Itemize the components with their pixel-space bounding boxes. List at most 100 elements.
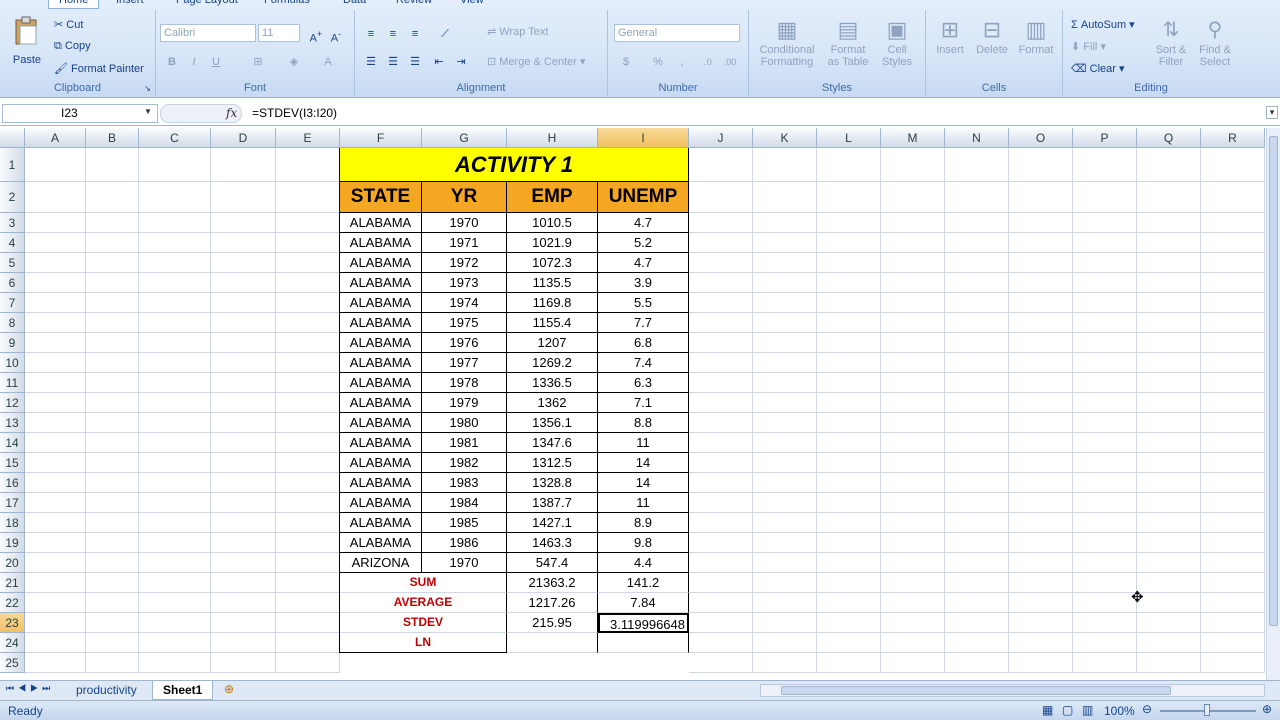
empty-cell[interactable] <box>276 182 340 213</box>
empty-cell[interactable] <box>1073 433 1137 453</box>
empty-cell[interactable] <box>817 433 881 453</box>
empty-cell[interactable] <box>753 633 817 653</box>
grow-font-icon[interactable]: A+ <box>306 24 326 45</box>
empty-cell[interactable] <box>1073 353 1137 373</box>
empty-cell[interactable] <box>817 553 881 573</box>
format-cells-button[interactable]: ▥ Format <box>1014 16 1058 56</box>
align-right-icon[interactable]: ☰ <box>405 52 425 70</box>
empty-cell[interactable] <box>1137 473 1201 493</box>
empty-cell[interactable] <box>211 453 276 473</box>
empty-cell[interactable] <box>817 573 881 593</box>
table-data-cell[interactable]: 1970 <box>422 213 507 233</box>
empty-cell[interactable] <box>25 273 86 293</box>
empty-cell[interactable] <box>1201 233 1265 253</box>
row-header-17[interactable]: 17 <box>0 493 25 513</box>
empty-cell[interactable] <box>25 573 86 593</box>
empty-cell[interactable] <box>276 653 340 673</box>
empty-cell[interactable] <box>881 273 945 293</box>
insert-function-icon[interactable]: fx <box>226 106 237 120</box>
empty-cell[interactable] <box>1137 233 1201 253</box>
table-data-cell[interactable]: 1977 <box>422 353 507 373</box>
empty-cell[interactable] <box>86 413 139 433</box>
table-header-cell[interactable]: EMP <box>507 182 598 213</box>
table-data-cell[interactable]: 4.7 <box>598 213 689 233</box>
empty-cell[interactable] <box>139 453 211 473</box>
empty-cell[interactable] <box>25 493 86 513</box>
empty-cell[interactable] <box>1009 353 1073 373</box>
empty-cell[interactable] <box>753 433 817 453</box>
empty-cell[interactable] <box>881 393 945 413</box>
empty-cell[interactable] <box>139 653 211 673</box>
empty-cell[interactable] <box>25 182 86 213</box>
tab-data[interactable]: Data <box>343 0 366 8</box>
shrink-font-icon[interactable]: A- <box>326 24 346 45</box>
empty-cell[interactable] <box>25 293 86 313</box>
empty-cell[interactable] <box>1009 473 1073 493</box>
table-data-cell[interactable]: ALABAMA <box>340 513 422 533</box>
table-data-cell[interactable]: 4.4 <box>598 553 689 573</box>
empty-cell[interactable] <box>276 533 340 553</box>
empty-cell[interactable] <box>1201 313 1265 333</box>
empty-cell[interactable] <box>881 593 945 613</box>
empty-cell[interactable] <box>881 533 945 553</box>
empty-cell[interactable] <box>817 473 881 493</box>
empty-cell[interactable] <box>1073 148 1137 182</box>
empty-cell[interactable] <box>25 233 86 253</box>
table-data-cell[interactable]: 4.7 <box>598 253 689 273</box>
empty-cell[interactable] <box>1009 613 1073 633</box>
empty-cell[interactable] <box>211 413 276 433</box>
empty-cell[interactable] <box>945 353 1009 373</box>
empty-cell[interactable] <box>1009 573 1073 593</box>
table-data-cell[interactable]: 1010.5 <box>507 213 598 233</box>
empty-cell[interactable] <box>276 353 340 373</box>
empty-cell[interactable] <box>881 253 945 273</box>
delete-cells-button[interactable]: ⊟ Delete <box>972 16 1012 56</box>
column-header-h[interactable]: H <box>507 128 598 148</box>
empty-cell[interactable] <box>753 593 817 613</box>
conditional-formatting-button[interactable]: ▦ Conditional Formatting <box>753 16 821 68</box>
increase-decimal-icon[interactable]: .0 <box>698 52 718 70</box>
empty-cell[interactable] <box>1201 273 1265 293</box>
empty-cell[interactable] <box>86 613 139 633</box>
horizontal-scroll-thumb[interactable] <box>781 686 1171 695</box>
empty-cell[interactable] <box>86 533 139 553</box>
table-data-cell[interactable]: 1983 <box>422 473 507 493</box>
empty-cell[interactable] <box>945 493 1009 513</box>
table-data-cell[interactable]: ARIZONA <box>340 553 422 573</box>
table-data-cell[interactable]: 1974 <box>422 293 507 313</box>
align-bottom-icon[interactable]: ≡ <box>405 24 425 42</box>
table-header-cell[interactable]: UNEMP <box>598 182 689 213</box>
table-data-cell[interactable]: ALABAMA <box>340 473 422 493</box>
normal-view-icon[interactable]: ▦ <box>1042 703 1053 717</box>
empty-cell[interactable] <box>945 148 1009 182</box>
table-data-cell[interactable]: 1269.2 <box>507 353 598 373</box>
empty-cell[interactable] <box>753 393 817 413</box>
empty-cell[interactable] <box>945 653 1009 673</box>
empty-cell[interactable] <box>753 213 817 233</box>
empty-cell[interactable] <box>1201 553 1265 573</box>
empty-cell[interactable] <box>86 433 139 453</box>
tab-insert[interactable]: Insert <box>116 0 144 8</box>
table-data-cell[interactable]: 1336.5 <box>507 373 598 393</box>
orientation-icon[interactable]: ⟋ <box>435 24 455 42</box>
cut-button[interactable]: ✂ Cut <box>54 18 83 31</box>
empty-cell[interactable] <box>25 413 86 433</box>
empty-cell[interactable] <box>86 353 139 373</box>
empty-cell[interactable] <box>25 473 86 493</box>
empty-cell[interactable] <box>689 393 753 413</box>
empty-cell[interactable] <box>689 148 753 182</box>
empty-cell[interactable] <box>753 533 817 553</box>
empty-cell[interactable] <box>945 453 1009 473</box>
currency-icon[interactable]: $ <box>616 52 636 70</box>
table-data-cell[interactable]: 1975 <box>422 313 507 333</box>
row-header-15[interactable]: 15 <box>0 453 25 473</box>
fill-button[interactable]: ⬇ Fill ▾ <box>1071 40 1106 53</box>
empty-cell[interactable] <box>689 453 753 473</box>
empty-cell[interactable] <box>1137 453 1201 473</box>
empty-cell[interactable] <box>86 573 139 593</box>
font-name-select[interactable]: Calibri <box>160 24 256 42</box>
empty-cell[interactable] <box>817 182 881 213</box>
empty-cell[interactable] <box>139 593 211 613</box>
empty-cell[interactable] <box>1073 593 1137 613</box>
empty-cell[interactable] <box>1201 393 1265 413</box>
